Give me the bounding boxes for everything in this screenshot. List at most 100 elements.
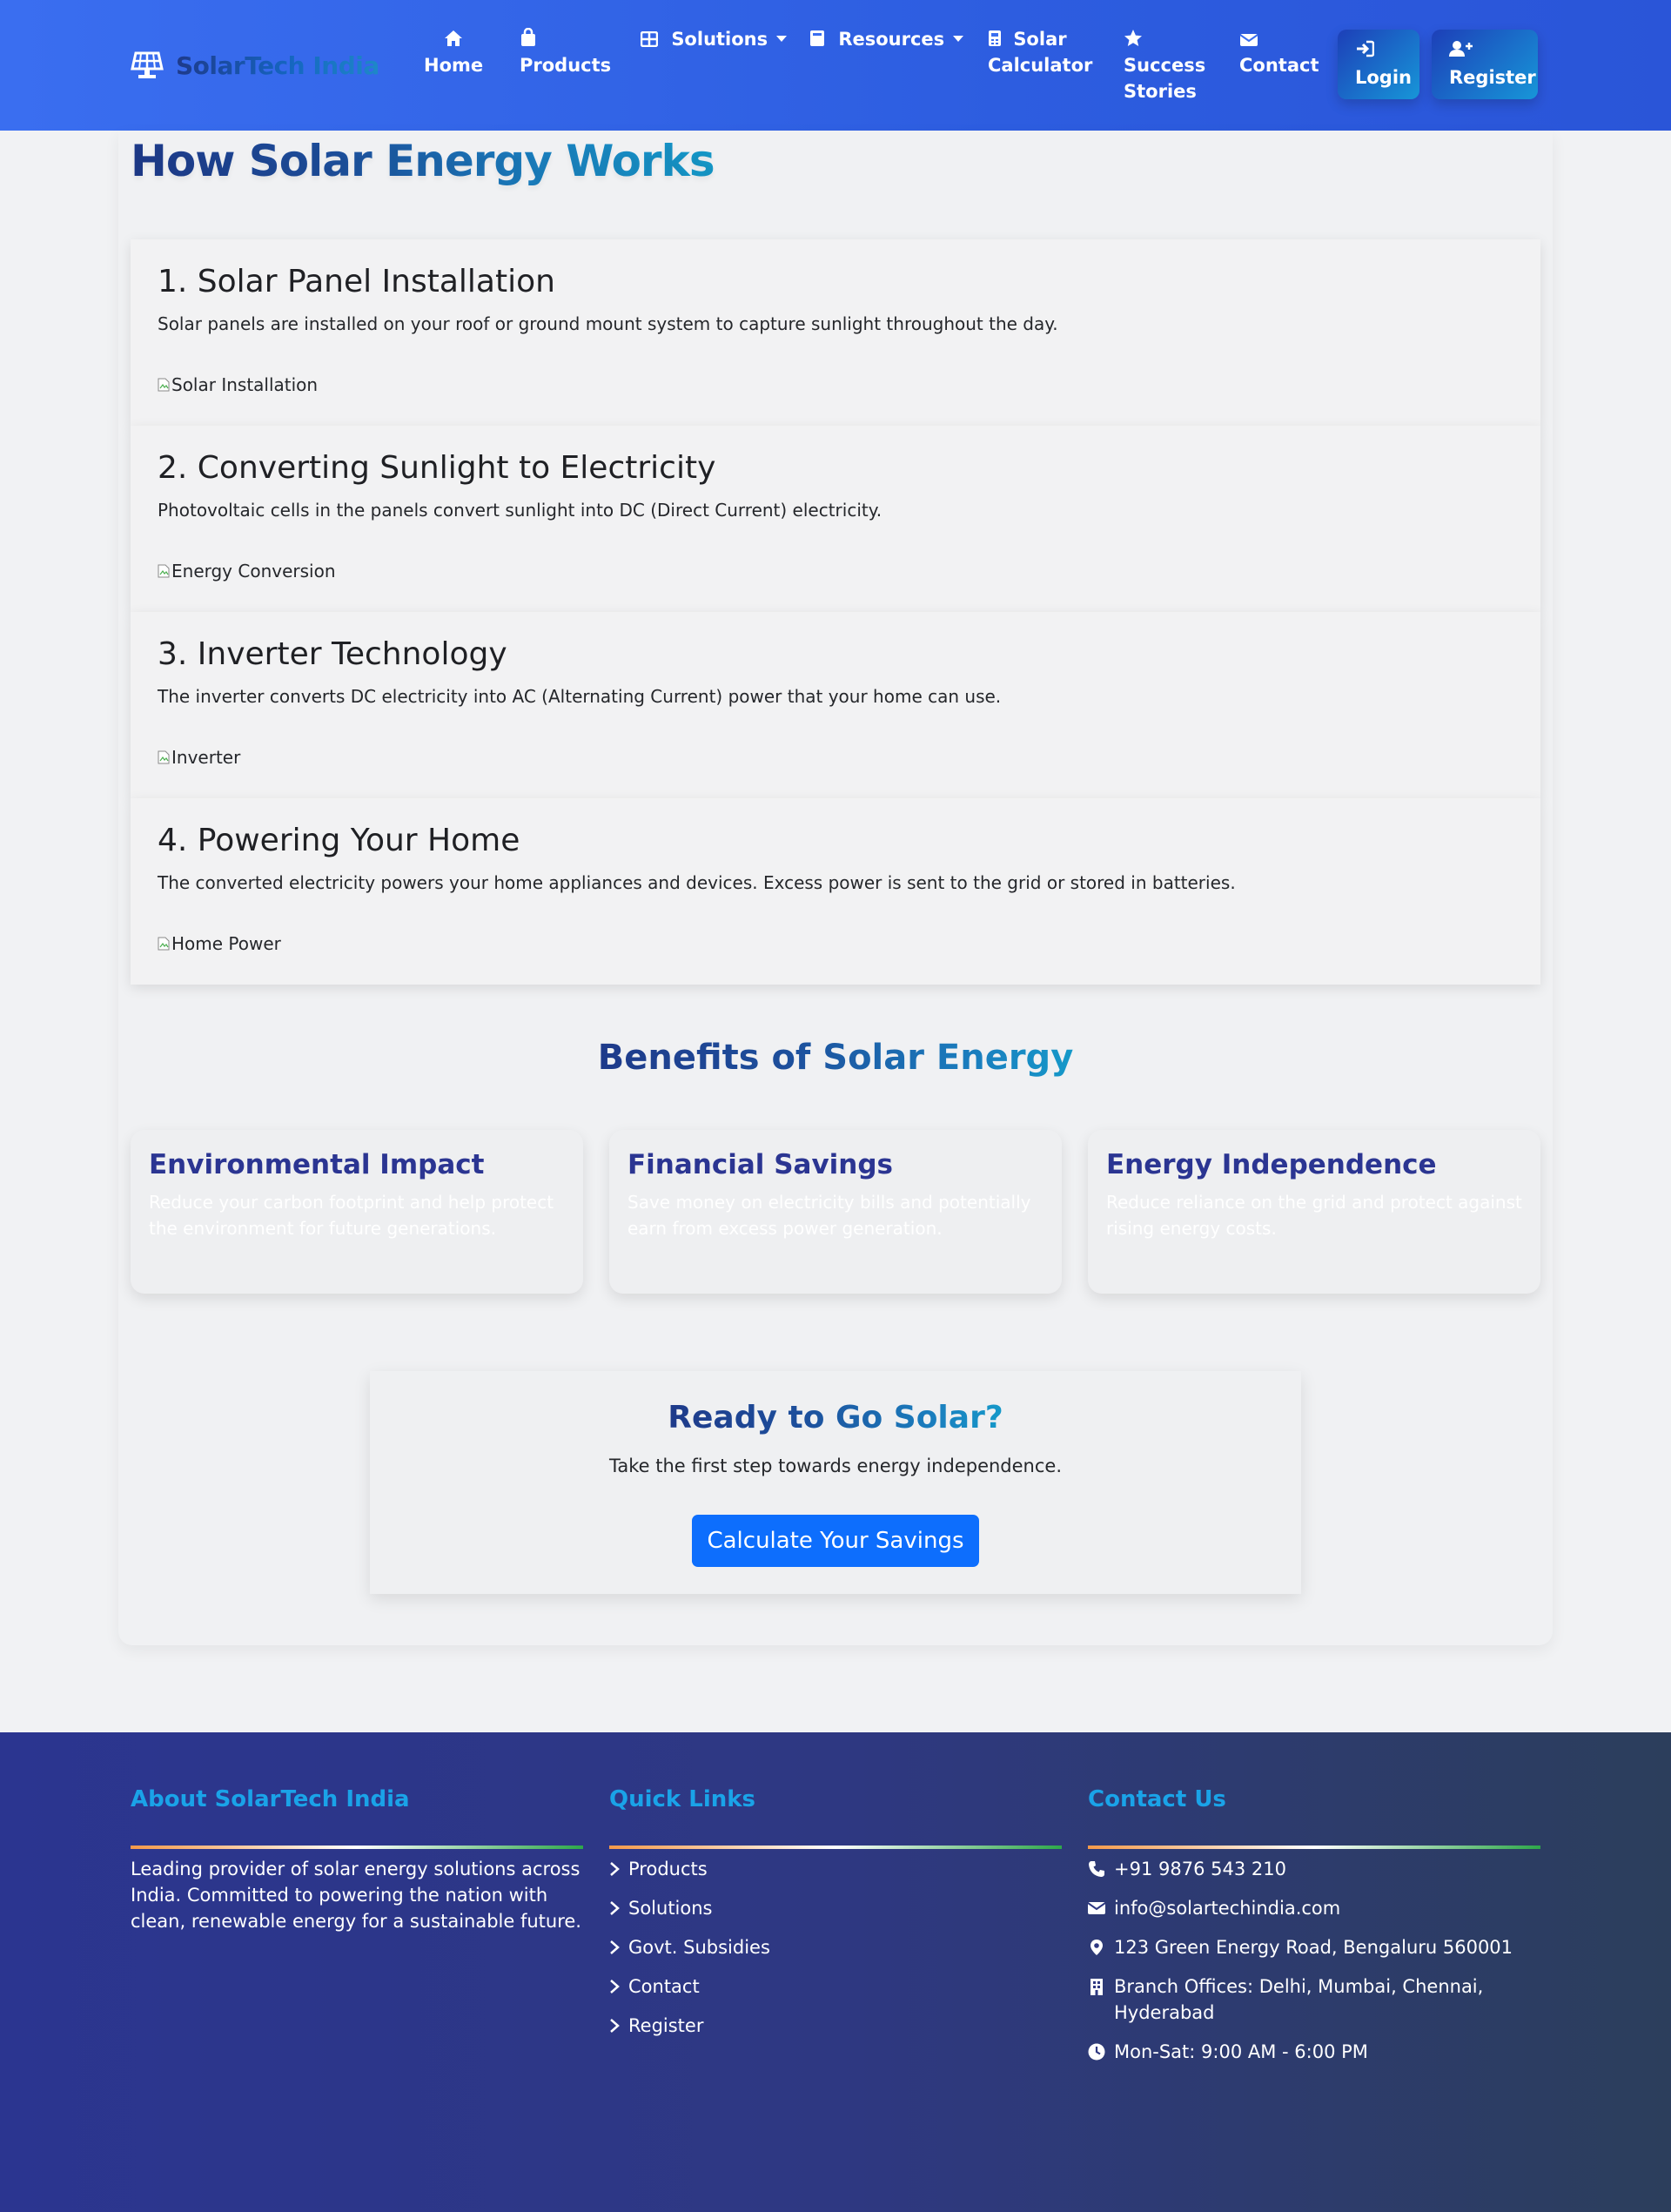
building-icon <box>1091 1979 1103 1995</box>
footer-link-label: Products <box>628 1859 708 1879</box>
chevron-right-icon <box>610 1940 620 1954</box>
footer-about-text: Leading provider of solar energy solutio… <box>131 1859 581 1932</box>
benefit-card: Financial Savings Save money on electric… <box>609 1130 1062 1294</box>
benefit-text: Save money on electricity bills and pote… <box>627 1192 1031 1239</box>
broken-image-icon <box>158 378 170 392</box>
brand-logo[interactable]: SolarTech India <box>131 48 379 83</box>
contact-email-text: info@solartechindia.com <box>1114 1898 1341 1919</box>
broken-image-icon <box>158 564 170 578</box>
chevron-down-icon <box>953 36 964 42</box>
user-plus-icon <box>1449 41 1473 57</box>
map-pin-icon <box>1091 1940 1103 1955</box>
login-label: Login <box>1355 67 1412 88</box>
step-card: 3. Inverter Technology The inverter conv… <box>131 612 1540 798</box>
nav-products-label: Products <box>520 55 612 76</box>
benefit-title: Environmental Impact <box>149 1149 485 1180</box>
step-text: The converted electricity powers your ho… <box>158 872 1236 893</box>
footer-link-govt-subsidies[interactable]: Govt. Subsidies <box>609 1934 770 1973</box>
nav-resources[interactable]: Resources <box>809 26 964 52</box>
cta-title-text: Ready to Go Solar? <box>668 1400 1003 1435</box>
benefit-card: Energy Independence Reduce reliance on t… <box>1088 1130 1540 1294</box>
footer-links-list: Products Solutions Govt. Subsidies Conta… <box>609 1856 770 2052</box>
chevron-down-icon <box>776 36 788 42</box>
benefit-text: Reduce your carbon footprint and help pr… <box>149 1192 554 1239</box>
footer-contact-list: +91 9876 543 210 info@solartechindia.com… <box>1088 1856 1514 2078</box>
nav-contact[interactable]: Contact <box>1239 26 1319 78</box>
contact-hours-text: Mon-Sat: 9:00 AM - 6:00 PM <box>1114 2041 1368 2062</box>
nav-solar-calculator[interactable]: Solar Calculator <box>988 26 1092 78</box>
contact-address-text: 123 Green Energy Road, Bengaluru 560001 <box>1114 1937 1513 1958</box>
calculator-icon <box>989 30 1001 46</box>
envelope-icon <box>1239 34 1258 46</box>
footer: About SolarTech India Leading provider o… <box>0 1732 1671 2212</box>
bag-icon <box>521 27 535 46</box>
benefit-text: Reduce reliance on the grid and protect … <box>1106 1192 1522 1239</box>
footer-link-label: Contact <box>628 1976 700 1997</box>
cta-text: Take the first step towards energy indep… <box>608 1456 1063 1476</box>
calculate-savings-button[interactable]: Calculate Your Savings <box>692 1515 979 1567</box>
step-text: Photovoltaic cells in the panels convert… <box>158 500 882 521</box>
nav-solutions-label: Solutions <box>671 29 768 50</box>
image-alt-text: Solar Installation <box>171 374 319 395</box>
cta-title: Ready to Go Solar? <box>370 1395 1301 1441</box>
brand-name: SolarTech India <box>176 50 379 80</box>
footer-contact-title: Contact Us <box>1088 1786 1226 1812</box>
footer-link-products[interactable]: Products <box>609 1856 770 1895</box>
footer-divider <box>131 1846 583 1849</box>
footer-link-label: Register <box>628 2015 704 2036</box>
register-button[interactable]: Register <box>1432 30 1538 99</box>
navbar: SolarTech India Home Products Solutions … <box>0 0 1671 131</box>
broken-image: Energy Conversion <box>158 558 336 584</box>
cta-box: Ready to Go Solar? Take the first step t… <box>370 1371 1301 1594</box>
footer-links-title: Quick Links <box>609 1786 756 1812</box>
step-card: 1. Solar Panel Installation Solar panels… <box>131 239 1540 426</box>
step-text: The inverter converts DC electricity int… <box>158 686 1002 707</box>
page-title: How Solar Energy Works <box>131 131 715 192</box>
nav-products[interactable]: Products <box>520 26 611 78</box>
nav-success-stories[interactable]: Success Stories <box>1124 26 1205 104</box>
step-title: 3. Inverter Technology <box>158 636 507 672</box>
star-icon <box>1124 30 1142 46</box>
contact-branches-text: Branch Offices: Delhi, Mumbai, Chennai, … <box>1114 1976 1484 2023</box>
contact-phone[interactable]: +91 9876 543 210 <box>1088 1856 1514 1895</box>
image-alt-text: Inverter <box>171 747 241 768</box>
nav-calculator-label-2: Calculator <box>988 55 1093 76</box>
contact-phone-text: +91 9876 543 210 <box>1114 1859 1286 1879</box>
chevron-right-icon <box>610 1901 620 1915</box>
contact-address: 123 Green Energy Road, Bengaluru 560001 <box>1088 1934 1514 1973</box>
clock-icon <box>1088 2043 1105 2061</box>
chevron-right-icon <box>610 2019 620 2033</box>
footer-divider <box>609 1846 1062 1849</box>
phone-icon <box>1089 1861 1104 1877</box>
footer-link-contact[interactable]: Contact <box>609 1973 770 2013</box>
solar-panel-icon <box>131 51 164 78</box>
benefits-heading: Benefits of Solar Energy <box>0 1032 1671 1084</box>
nav-contact-label: Contact <box>1239 55 1319 76</box>
broken-image: Inverter <box>158 744 240 770</box>
broken-image-icon <box>158 937 170 951</box>
benefit-title: Financial Savings <box>627 1149 893 1180</box>
envelope-icon <box>1088 1902 1105 1914</box>
footer-link-label: Solutions <box>628 1898 713 1919</box>
nav-home[interactable]: Home <box>424 26 483 78</box>
contact-email[interactable]: info@solartechindia.com <box>1088 1895 1514 1934</box>
login-button[interactable]: Login <box>1338 30 1419 99</box>
step-title: 2. Converting Sunlight to Electricity <box>158 450 716 486</box>
contact-branches: Branch Offices: Delhi, Mumbai, Chennai, … <box>1088 1973 1514 2039</box>
step-title: 1. Solar Panel Installation <box>158 264 555 299</box>
contact-hours: Mon-Sat: 9:00 AM - 6:00 PM <box>1088 2039 1514 2078</box>
nav-resources-label: Resources <box>838 29 945 50</box>
footer-link-register[interactable]: Register <box>609 2013 770 2052</box>
nav-stories-label-2: Stories <box>1124 81 1197 102</box>
nav-home-label: Home <box>424 55 484 76</box>
broken-image: Home Power <box>158 931 281 957</box>
home-icon <box>445 30 463 46</box>
step-card: 4. Powering Your Home The converted elec… <box>131 798 1540 985</box>
book-icon <box>810 30 824 46</box>
footer-link-solutions[interactable]: Solutions <box>609 1895 770 1934</box>
chevron-right-icon <box>610 1862 620 1876</box>
nav-solutions[interactable]: Solutions <box>640 26 788 52</box>
grid-icon <box>640 30 659 48</box>
step-text: Solar panels are installed on your roof … <box>158 313 1058 334</box>
benefit-title: Energy Independence <box>1106 1149 1437 1180</box>
